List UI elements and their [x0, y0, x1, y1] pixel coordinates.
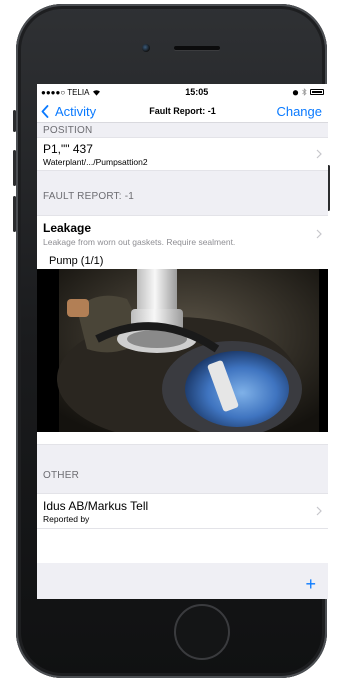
chevron-right-icon [316, 506, 322, 516]
clock: 15:05 [185, 87, 209, 97]
bluetooth-icon [302, 88, 307, 96]
alarm-icon [292, 89, 299, 95]
battery-icon [310, 89, 324, 95]
fault-title: Leakage [43, 221, 92, 235]
pump-photo-image [37, 269, 328, 432]
photo-spacer [37, 432, 328, 444]
bottom-toolbar: + [37, 563, 328, 599]
back-button[interactable]: Activity [37, 104, 96, 119]
position-title: P1,"" 437 [43, 141, 93, 156]
wifi-icon [93, 89, 101, 96]
front-camera [142, 44, 150, 52]
back-button-label: Activity [55, 103, 97, 119]
position-cell[interactable]: P1,"" 437 Waterplant/.../Pumpsattion2 [37, 138, 328, 170]
volume-down-button [13, 196, 16, 232]
mute-switch [13, 110, 16, 132]
position-section-header: POSITION [37, 123, 328, 137]
change-button[interactable]: Change [276, 104, 322, 119]
fault-report-section-header: FAULT REPORT: -1 [37, 171, 328, 215]
attachment-label: Pump (1/1) [49, 255, 104, 267]
reporter-role: Reported by [43, 513, 90, 524]
earpiece-speaker [174, 46, 220, 50]
position-path: Waterplant/.../Pumpsattion2 [43, 156, 148, 167]
navigation-bar: Activity Fault Report: -1 Change [37, 100, 328, 123]
chevron-right-icon [316, 149, 322, 159]
carrier-label: ●●●●○ TELIA [41, 87, 90, 97]
status-bar: ●●●●○ TELIA 15:05 [37, 84, 328, 100]
fault-report-cell[interactable]: Leakage Leakage from worn out gaskets. R… [37, 216, 328, 252]
other-section-header: OTHER [37, 445, 328, 493]
home-button[interactable] [174, 604, 230, 660]
app-screen: ●●●●○ TELIA 15:05 Activity Fault Report:… [37, 84, 328, 599]
separator [37, 528, 328, 529]
attachment-photo[interactable] [37, 269, 328, 432]
reported-by-cell[interactable]: Idus AB/Markus Tell Reported by [37, 494, 328, 528]
plus-icon[interactable]: + [305, 575, 316, 593]
chevron-right-icon [316, 229, 322, 239]
fault-description: Leakage from worn out gaskets. Require s… [43, 237, 236, 247]
chevron-left-icon [41, 104, 49, 118]
reporter-name: Idus AB/Markus Tell [43, 498, 149, 513]
volume-up-button [13, 150, 16, 186]
